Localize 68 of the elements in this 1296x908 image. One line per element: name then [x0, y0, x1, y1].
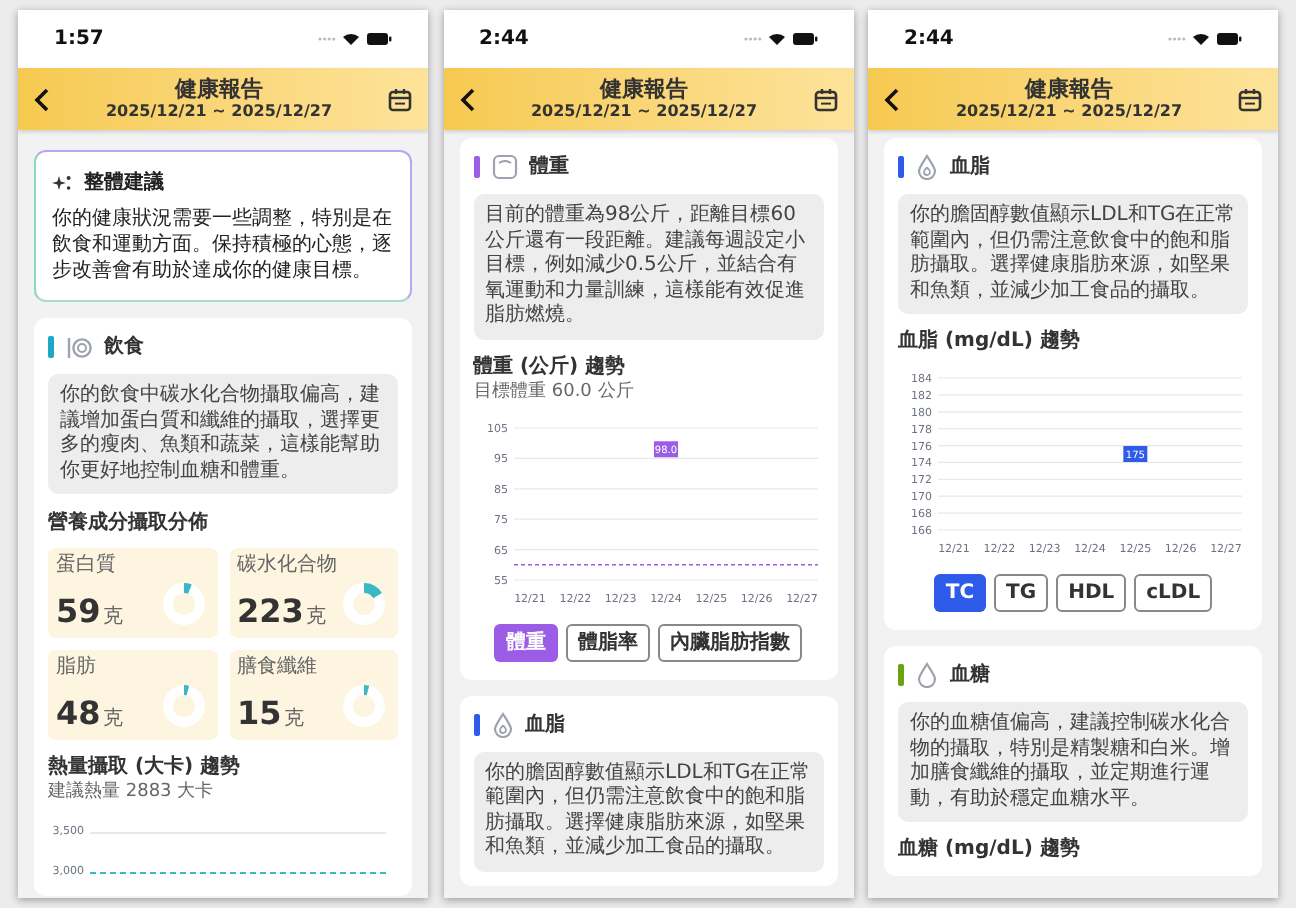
header-title: 健康報告: [175, 76, 263, 102]
section-title: 體重: [529, 153, 569, 182]
nutrient-unit: 克: [283, 708, 304, 732]
wifi-icon: [767, 32, 785, 46]
nutrient-value: 59: [56, 594, 101, 630]
chart-title: 體重 (公斤) 趨勢: [473, 355, 628, 379]
date-range: 2025/12/21 ~ 2025/12/27: [530, 102, 758, 122]
drop-icon: [491, 711, 513, 737]
advice-text: 你的血糖值偏高，建議控制碳水化合物的攝取，特別是精製糖和白米。增加膳食纖維的攝取，並定期進行運動，有助於穩定血糖水平。: [898, 702, 1248, 822]
series-toggle[interactable]: 體重: [494, 623, 558, 661]
section-subtitle: 營養成分攝取分佈: [48, 509, 210, 538]
signal-icon: [1168, 36, 1186, 42]
summary-text: 你的健康狀況需要一些調整，特別是在飲食和運動方面。保持積極的心態，逐步改善會有助於達成你的健康目標。: [52, 206, 394, 284]
header-title: 健康報告: [600, 76, 688, 102]
drop-icon: [916, 662, 938, 688]
drop-icon: [916, 154, 938, 180]
back-icon[interactable]: [459, 87, 475, 111]
sparkle-icon: [52, 174, 72, 192]
date-range: 2025/12/21 ~ 2025/12/27: [105, 102, 333, 122]
chart-title: 熱量攝取 (大卡) 趨勢: [48, 756, 243, 780]
section-title: 飲食: [104, 333, 144, 362]
wifi-icon: [1192, 32, 1210, 46]
series-toggle[interactable]: TG: [994, 574, 1049, 612]
status-time: 2:44: [904, 26, 954, 54]
back-icon[interactable]: [34, 87, 50, 111]
calendar-icon[interactable]: [388, 87, 412, 111]
section-title: 血脂: [950, 153, 990, 182]
nutrient-name: 脂肪: [56, 656, 98, 680]
series-toggle[interactable]: HDL: [1056, 574, 1127, 612]
chart-title: 血糖 (mg/dL) 趨勢: [898, 838, 1082, 862]
signal-icon: [743, 36, 761, 42]
nutrient-unit: 克: [102, 708, 123, 732]
nutrient-name: 蛋白質: [56, 554, 118, 578]
summary-title: 整體建議: [84, 168, 164, 198]
status-time: 1:57: [54, 26, 104, 54]
calendar-icon[interactable]: [813, 87, 837, 111]
header-title: 健康報告: [1025, 76, 1113, 102]
series-toggle[interactable]: 體脂率: [566, 623, 650, 661]
nutrient-value: 223: [237, 594, 304, 630]
chart-note: 建議熱量 2883 大卡: [48, 781, 216, 803]
scale-icon: [491, 154, 517, 180]
nutrient-name: 膳食纖維: [237, 656, 319, 680]
calendar-icon[interactable]: [1238, 87, 1262, 111]
battery-icon: [791, 32, 817, 46]
nutrient-name: 碳水化合物: [237, 554, 339, 578]
status-time: 2:44: [479, 26, 529, 54]
advice-text: 你的膽固醇數值顯示LDL和TG在正常範圍內，但仍需注意飲食中的飽和脂肪攝取。選擇健康脂肪來源，如堅果和魚類，並減少加工食品的攝取。: [898, 194, 1248, 314]
advice-text: 目前的體重為98公斤，距離目標60公斤還有一段距離。建議每週設定小目標，例如減少0.5公斤，並結合有氧運動和力量訓練，這樣能有效促進脂肪燃燒。: [473, 194, 823, 339]
series-toggle[interactable]: cLDL: [1134, 574, 1213, 612]
wifi-icon: [342, 32, 360, 46]
nutrient-value: 15: [237, 696, 282, 732]
nutrient-value: 48: [56, 696, 101, 732]
back-icon[interactable]: [884, 87, 900, 111]
battery-icon: [366, 32, 392, 46]
signal-icon: [318, 36, 336, 42]
plate-icon: [66, 335, 92, 359]
series-toggle[interactable]: 內臟脂肪指數: [658, 623, 802, 661]
chart-note: 目標體重 60.0 公斤: [473, 380, 636, 402]
section-title: 血脂: [525, 711, 565, 739]
advice-text: 你的膽固醇數值顯示LDL和TG在正常範圍內，但仍需注意飲食中的飽和脂肪攝取。選擇健康脂肪來源，如堅果和魚類，並減少加工食品的攝取。: [473, 751, 823, 871]
date-range: 2025/12/21 ~ 2025/12/27: [955, 102, 1183, 122]
advice-text: 你的飲食中碳水化合物攝取偏高，建議增加蛋白質和纖維的攝取，選擇更多的瘦肉、魚類和蔬菜，這樣能幫助你更好地控制血糖和體重。: [48, 374, 398, 494]
section-title: 血糖: [950, 661, 990, 690]
chart-title: 血脂 (mg/dL) 趨勢: [898, 330, 1082, 354]
series-toggle[interactable]: TC: [933, 574, 987, 612]
nutrient-unit: 克: [102, 606, 123, 630]
nutrient-unit: 克: [305, 606, 326, 630]
battery-icon: [1216, 32, 1242, 46]
